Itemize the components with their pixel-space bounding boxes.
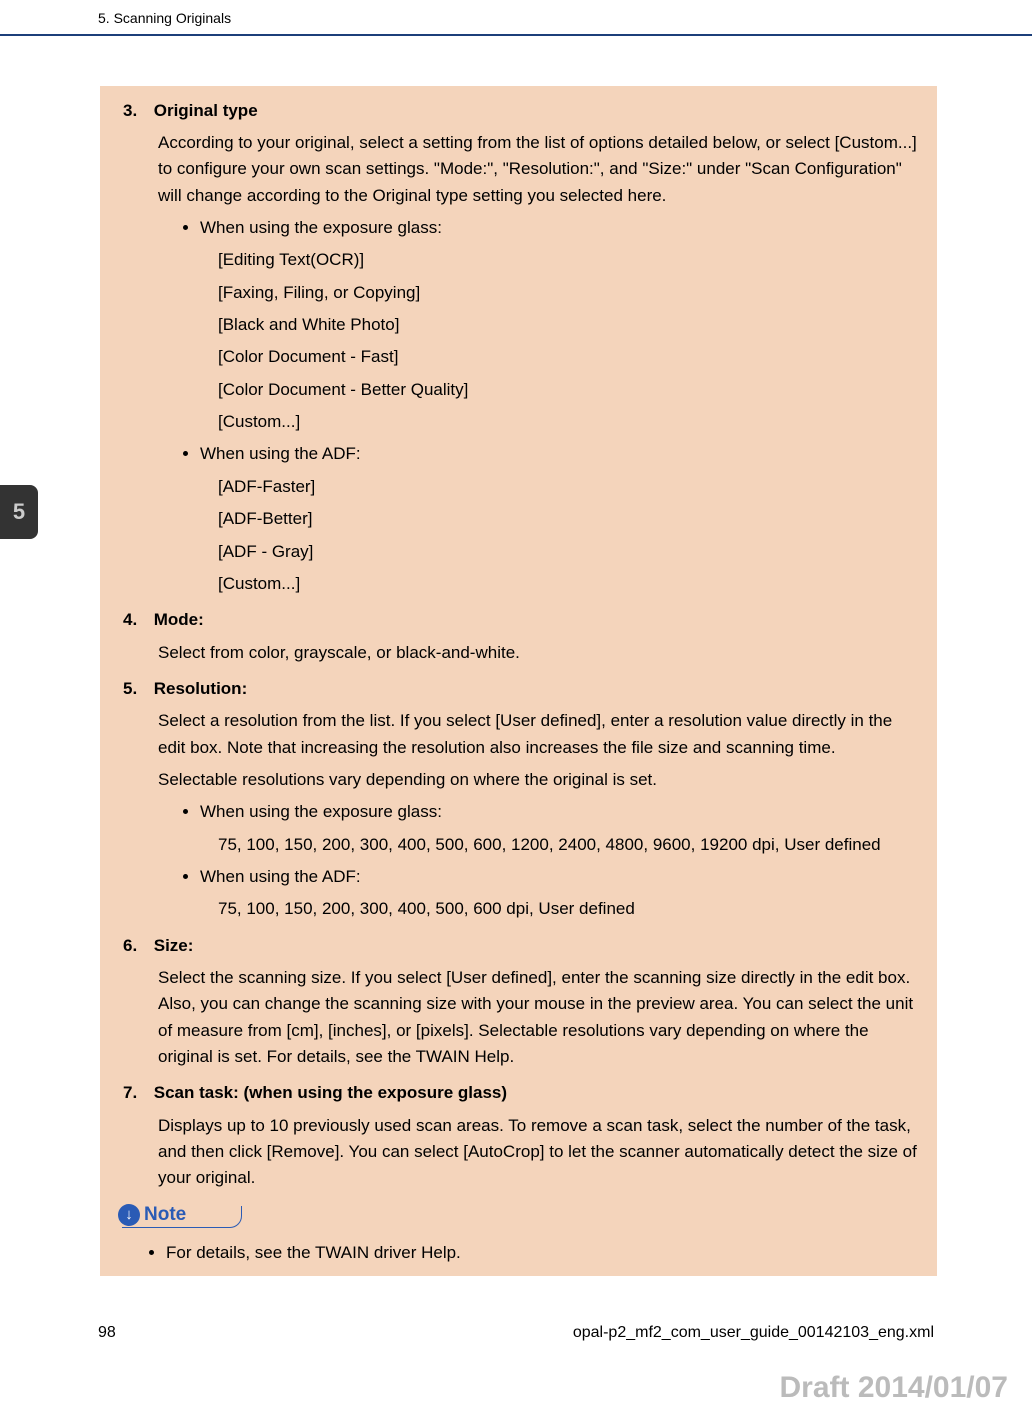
chapter-tab: 5 <box>0 485 38 539</box>
item-heading: Scan task: (when using the exposure glas… <box>154 1083 507 1102</box>
option: 75, 100, 150, 200, 300, 400, 500, 600, 1… <box>218 832 919 858</box>
option: [Editing Text(OCR)] <box>218 247 919 273</box>
footer: 98 opal-p2_mf2_com_user_guide_00142103_e… <box>0 1321 1032 1346</box>
item-number: 5. <box>123 676 149 702</box>
item-heading: Resolution: <box>154 679 248 698</box>
body-text: Displays up to 10 previously used scan a… <box>158 1113 919 1192</box>
item-heading: Original type <box>154 101 258 120</box>
option: [Custom...] <box>218 409 919 435</box>
item-number: 4. <box>123 607 149 633</box>
bullet: When using the exposure glass: 75, 100, … <box>200 799 919 858</box>
option: 75, 100, 150, 200, 300, 400, 500, 600 dp… <box>218 896 919 922</box>
body-text: Select a resolution from the list. If yo… <box>158 708 919 761</box>
note-label: Note <box>144 1200 186 1229</box>
item-heading: Mode: <box>154 610 204 629</box>
body-text: Select from color, grayscale, or black-a… <box>158 640 919 666</box>
note-badge: ↓ Note <box>118 1202 238 1228</box>
body-text: According to your original, select a set… <box>158 130 919 209</box>
note-item: For details, see the TWAIN driver Help. <box>166 1240 919 1266</box>
option: [Color Document - Better Quality] <box>218 377 919 403</box>
option: [Black and White Photo] <box>218 312 919 338</box>
arrow-down-icon: ↓ <box>118 1204 140 1226</box>
page-header: 5. Scanning Originals <box>0 0 1032 36</box>
option: [Color Document - Fast] <box>218 344 919 370</box>
bullet: When using the exposure glass: [Editing … <box>200 215 919 435</box>
body-text: Select the scanning size. If you select … <box>158 965 919 1070</box>
draft-watermark: Draft 2014/01/07 <box>780 1365 1009 1412</box>
item-number: 3. <box>123 98 149 124</box>
item-3: 3. Original type According to your origi… <box>118 98 919 598</box>
option: [Custom...] <box>218 571 919 597</box>
section-title: 5. Scanning Originals <box>98 10 231 26</box>
item-number: 6. <box>123 933 149 959</box>
item-6: 6. Size: Select the scanning size. If yo… <box>118 933 919 1071</box>
item-heading: Size: <box>154 936 194 955</box>
item-number: 7. <box>123 1080 149 1106</box>
option: [ADF-Faster] <box>218 474 919 500</box>
note-callout: ↓ Note <box>118 1202 919 1228</box>
content-box: 3. Original type According to your origi… <box>100 86 937 1276</box>
bullet: When using the ADF: 75, 100, 150, 200, 3… <box>200 864 919 923</box>
item-4: 4. Mode: Select from color, grayscale, o… <box>118 607 919 666</box>
option: [ADF - Gray] <box>218 539 919 565</box>
bullet: When using the ADF: [ADF-Faster] [ADF-Be… <box>200 441 919 597</box>
file-reference: opal-p2_mf2_com_user_guide_00142103_eng.… <box>573 1321 934 1346</box>
item-7: 7. Scan task: (when using the exposure g… <box>118 1080 919 1191</box>
option: [Faxing, Filing, or Copying] <box>218 280 919 306</box>
item-5: 5. Resolution: Select a resolution from … <box>118 676 919 923</box>
body-text: Selectable resolutions vary depending on… <box>158 767 919 793</box>
option: [ADF-Better] <box>218 506 919 532</box>
page-number: 98 <box>98 1321 116 1346</box>
